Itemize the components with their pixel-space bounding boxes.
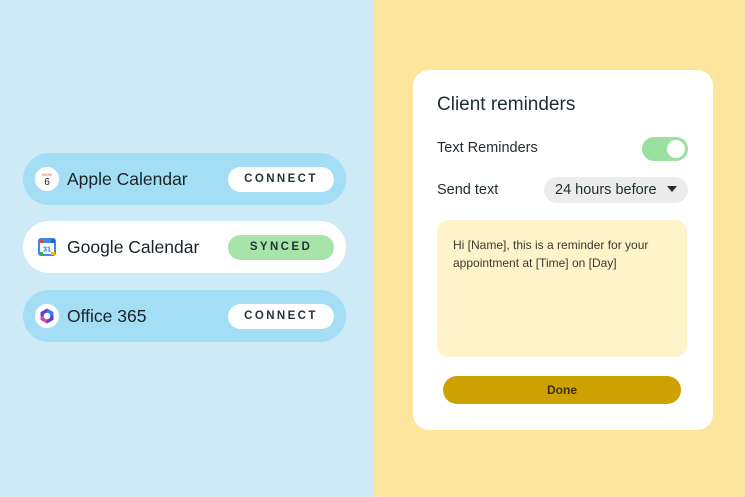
canvas: MON 6 Apple Calendar CONNECT 31 Google C… (0, 0, 745, 497)
caret-down-icon (667, 186, 677, 192)
send-text-dropdown[interactable]: 24 hours before (544, 177, 688, 203)
text-reminders-toggle[interactable] (642, 137, 688, 161)
integration-name: Google Calendar (67, 236, 200, 257)
apple-calendar-icon: MON 6 (35, 167, 59, 191)
connect-office-365-button[interactable]: CONNECT (228, 303, 334, 329)
reminder-message-textarea[interactable]: Hi [Name], this is a reminder for your a… (437, 220, 687, 357)
integration-office-365: Office 365 CONNECT (23, 290, 346, 342)
card-title: Client reminders (437, 94, 576, 115)
office-365-icon (35, 304, 59, 328)
send-text-value: 24 hours before (555, 182, 657, 198)
toggle-knob (667, 140, 685, 158)
synced-google-calendar-button[interactable]: SYNCED (228, 234, 334, 260)
send-text-label: Send text (437, 182, 499, 198)
client-reminders-card: Client reminders Text Reminders Send tex… (413, 70, 713, 430)
integration-name: Apple Calendar (67, 168, 188, 189)
integration-apple-calendar: MON 6 Apple Calendar CONNECT (23, 153, 346, 205)
integration-google-calendar: 31 Google Calendar SYNCED (23, 221, 346, 273)
integration-name: Office 365 (67, 305, 147, 326)
apple-calendar-icon-day: 6 (44, 177, 50, 188)
google-calendar-icon: 31 (35, 235, 59, 259)
google-calendar-icon-day: 31 (43, 247, 51, 254)
connect-apple-calendar-button[interactable]: CONNECT (228, 166, 334, 192)
text-reminders-label: Text Reminders (437, 140, 538, 156)
reminder-message-text: Hi [Name], this is a reminder for your a… (453, 238, 649, 270)
done-button[interactable]: Done (443, 376, 681, 404)
